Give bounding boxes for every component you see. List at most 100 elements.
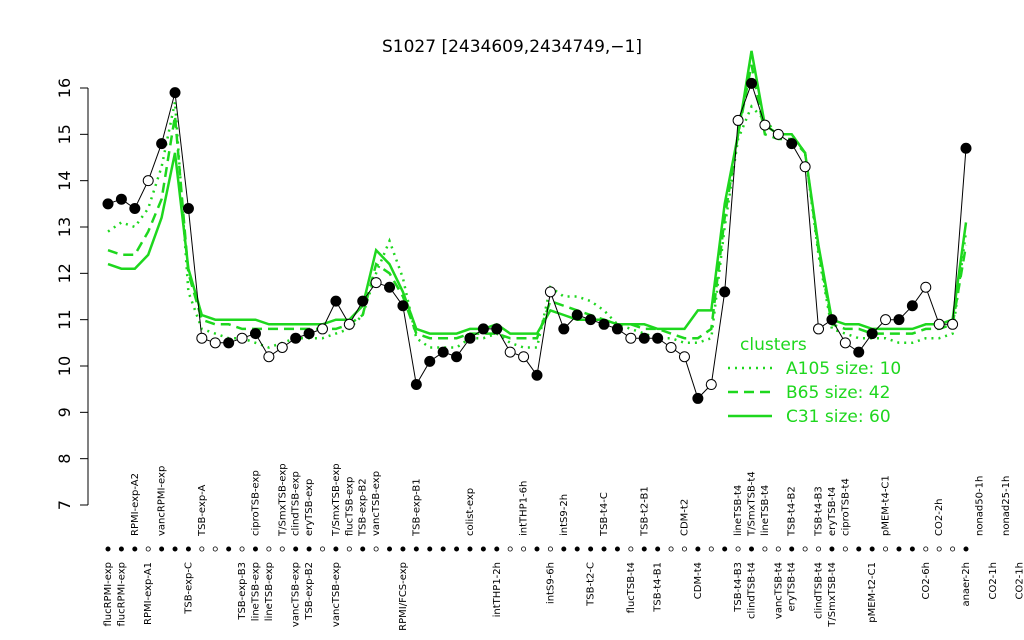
data-point (317, 323, 328, 335)
rug-mark (856, 546, 862, 552)
chart-title: S1027 [2434609,2434749,−1] (382, 37, 642, 57)
x-tick-label: TSB-exp-B2 (358, 478, 369, 537)
data-point (826, 314, 838, 326)
x-tick-label: lineTSB-exp (264, 562, 275, 621)
rug-mark (574, 546, 580, 552)
x-tick-label: flucRPMI-exp (103, 562, 114, 627)
data-point (960, 142, 972, 154)
y-tick-label: 13 (55, 217, 74, 237)
data-point (893, 314, 905, 326)
data-point (678, 351, 690, 363)
x-tick-label: pMEM-t4-C1 (881, 475, 892, 536)
rug-mark (614, 546, 620, 552)
rug-mark (199, 546, 205, 552)
legend-label: B65 size: 42 (786, 383, 890, 403)
data-point (330, 295, 342, 307)
rug-mark (816, 546, 822, 552)
data-point (129, 202, 141, 214)
data-point (142, 175, 154, 187)
data-point (746, 77, 757, 89)
x-tick-label: RPMI/FCS-exp (398, 562, 409, 631)
rug-mark (775, 546, 781, 552)
rug-mark (226, 546, 232, 552)
y-axis: 7 8 9 10 11 12 13 14 15 16 (55, 78, 89, 510)
y-tick-label: 10 (55, 356, 74, 376)
data-point (719, 286, 731, 298)
rug-mark (132, 546, 138, 552)
x-tick-label: TSB-exp-B2 (304, 562, 315, 621)
data-point (102, 198, 114, 210)
rug-mark (427, 546, 433, 552)
rug-mark (588, 546, 594, 552)
x-tick-label: clindTSB-exp (291, 471, 302, 536)
data-point (384, 281, 396, 293)
rug-mark (668, 546, 674, 552)
y-tick-label: 11 (55, 309, 74, 329)
x-tick-label: anaer-2h (961, 562, 972, 607)
rug-mark (695, 546, 701, 552)
data-point (813, 323, 825, 335)
x-tick-label: eryTSB-t4 (827, 487, 838, 536)
rug-mark (212, 546, 218, 552)
rug-mark (360, 546, 366, 552)
data-point (933, 318, 945, 330)
x-tick-label: flucTSB-t4 (626, 562, 637, 613)
data-point (665, 341, 677, 353)
x-tick-label: clindTSB-t4 (747, 562, 758, 619)
rug-mark (400, 546, 406, 552)
data-point (290, 332, 302, 344)
x-tick-label: vancTSB-exp (371, 471, 382, 536)
x-tick-label: intTHP1-6h (519, 481, 530, 536)
x-tick-label: vancTSB-exp (331, 562, 342, 627)
rug-mark (279, 546, 285, 552)
x-tick-label: lineTSB-t4 (760, 485, 771, 536)
x-tick-label: TSB-exp-A (197, 484, 208, 537)
data-point (571, 309, 583, 321)
rug-mark (963, 546, 969, 552)
x-tick-label: eryTSB-exp (304, 479, 315, 536)
data-point (544, 286, 556, 298)
data-point (236, 332, 248, 344)
y-tick-label: 12 (55, 263, 74, 283)
rug-mark (413, 546, 419, 552)
x-tick-label: CO2-2h (934, 498, 945, 536)
rug-mark (494, 546, 500, 552)
data-point (437, 346, 449, 358)
data-point (424, 355, 436, 367)
data-point (477, 323, 489, 335)
data-point (196, 332, 208, 344)
data-point (732, 114, 744, 126)
data-point (370, 277, 382, 289)
data-point (169, 87, 181, 99)
data-point (947, 318, 959, 330)
y-tick-label: 15 (55, 124, 74, 144)
x-tick-label: eryTSB-t4 (787, 562, 798, 611)
rug-mark (521, 546, 527, 552)
rug-mark (185, 546, 191, 552)
data-point (772, 128, 784, 140)
rug-mark (467, 546, 473, 552)
data-point (451, 351, 463, 363)
data-point (692, 392, 704, 404)
rug-mark (239, 546, 245, 552)
rug-mark (507, 546, 513, 552)
data-point (759, 119, 771, 131)
rug-mark (561, 546, 567, 552)
rug-mark (373, 546, 379, 552)
rug-mark (722, 546, 728, 552)
rug-mark (266, 546, 272, 552)
x-tick-label: intTHP1-2h (492, 562, 503, 617)
data-point (652, 332, 664, 344)
data-point (866, 328, 878, 340)
data-point (611, 323, 623, 335)
data-point (799, 161, 811, 173)
x-tick-label: colist-exp (465, 488, 476, 536)
data-point (263, 351, 275, 363)
x-tick-label: TSB-t4-B3 (814, 486, 825, 537)
data-point (410, 379, 422, 391)
x-tick-label: TSB-exp-B3 (237, 562, 248, 621)
x-tick-label: ciproTSB-t4 (840, 478, 851, 536)
x-tick-label: vancRPMI-exp (157, 466, 168, 536)
data-point (786, 138, 798, 150)
rug-mark (440, 546, 446, 552)
